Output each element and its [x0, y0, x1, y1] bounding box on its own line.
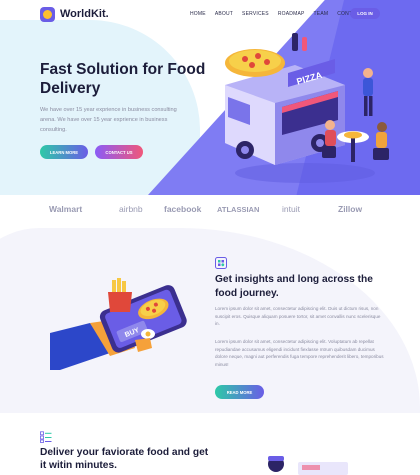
delivery-illustration — [268, 456, 348, 475]
nav-services[interactable]: SERVICES — [242, 11, 269, 17]
brand-intuit: intuit — [282, 204, 300, 214]
nav-roadmap[interactable]: ROADMAP — [278, 11, 305, 17]
learn-more-button[interactable]: LEARN MORE — [40, 145, 88, 159]
nav-team[interactable]: TEAM — [314, 11, 329, 17]
chart-grid-icon — [215, 257, 227, 269]
brand-airbnb: airbnb — [119, 204, 143, 214]
login-button[interactable]: LOG IN — [350, 8, 380, 19]
hero-description: We have over 15 year exprience in busine… — [40, 107, 177, 133]
hero-title: Fast Solution for Food Delivery — [40, 61, 206, 97]
deliver-title: Deliver your faviorate food and get it w… — [40, 447, 209, 471]
nav-home[interactable]: HOME — [190, 11, 206, 17]
pizza-truck-illustration: PIZZA — [225, 33, 389, 183]
contact-us-button[interactable]: CONTACT US — [95, 145, 143, 159]
brand-atlassian: ATLASSIAN — [217, 205, 260, 214]
brand-zillow: Zillow — [338, 204, 363, 214]
brand-walmart: Walmart — [49, 204, 83, 214]
list-check-icon — [40, 431, 52, 443]
brand-facebook: facebook — [164, 204, 202, 214]
insights-paragraph-1: Lorem ipsum dolor sit amet, consectetur … — [215, 306, 381, 326]
insights-paragraph-2: Lorem ipsum dolor sit amet, consectetur … — [215, 339, 384, 367]
nav-about[interactable]: ABOUT — [215, 11, 233, 17]
phone-order-illustration: BUY — [50, 278, 187, 370]
read-more-button[interactable]: READ MORE — [215, 385, 264, 399]
insights-title: Get insights and long across the food jo… — [215, 274, 373, 299]
logo-icon[interactable] — [40, 7, 55, 22]
main-nav: HOME ABOUT SERVICES ROADMAP TEAM CONTACT — [190, 11, 362, 17]
logo-text[interactable]: WorldKit. — [60, 8, 109, 20]
brand-logos: Walmart airbnb facebook ATLASSIAN intuit… — [0, 200, 420, 220]
